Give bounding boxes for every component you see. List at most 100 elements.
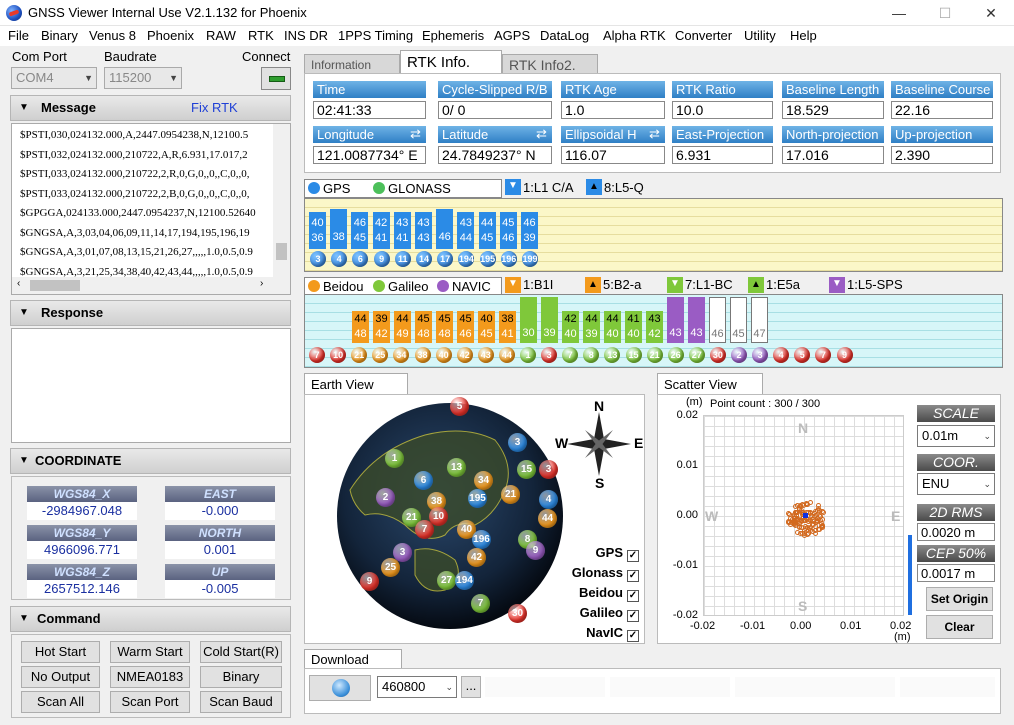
l5q-band-icon[interactable]: ▲ — [586, 179, 602, 195]
scroll-right-icon[interactable]: › — [260, 278, 263, 289]
baudrate-select[interactable]: 115200 ▼ — [104, 67, 182, 89]
vscroll-thumb[interactable] — [276, 243, 287, 260]
connect-button[interactable] — [261, 67, 291, 90]
y-tick-label: 0.02 — [676, 409, 698, 421]
refresh-icon[interactable]: ⇄ — [536, 126, 547, 142]
close-button[interactable]: ✕ — [968, 0, 1014, 26]
collapse-icon: ▼ — [19, 307, 29, 318]
bd-sv-id: 4 — [773, 347, 790, 363]
tab-rtk-info[interactable]: RTK Info. — [400, 50, 502, 74]
response-header[interactable]: ▼ Response — [10, 300, 291, 326]
set-origin-button[interactable]: Set Origin — [926, 587, 993, 611]
x-tick-label: -0.01 — [740, 620, 766, 632]
bd-sv-id: 7 — [562, 347, 579, 363]
coor-select[interactable]: ENU ⌄ — [917, 473, 995, 495]
message-hscroll[interactable]: ‹ › — [12, 277, 290, 294]
cep-value: 0.0017 m — [917, 564, 995, 582]
scan-port-button[interactable]: Scan Port — [110, 691, 190, 713]
nmea0183-button[interactable]: NMEA0183 — [110, 666, 190, 688]
bd-band1-snr: 43 — [669, 327, 682, 339]
no-output-button[interactable]: No Output — [21, 666, 100, 688]
b2a-band-icon[interactable]: ▲ — [585, 277, 601, 293]
bd-band2-bar: 39 — [373, 311, 390, 327]
l5sps-dropdown-icon[interactable]: ▼ — [829, 277, 845, 293]
compass-rose-icon — [567, 412, 631, 476]
bd-band1-bar: 39 — [541, 297, 558, 343]
gps-l5-snr: 44 — [480, 217, 494, 229]
warm-start-button[interactable]: Warm Start — [110, 641, 190, 663]
menu-1pps-timing[interactable]: 1PPS Timing — [338, 28, 413, 43]
status-slot-3 — [735, 677, 895, 697]
message-header[interactable]: ▼ Message Fix RTK — [10, 95, 291, 121]
compass-w-label: W — [555, 435, 569, 451]
hscroll-thumb[interactable] — [30, 280, 80, 291]
message-list[interactable]: $PSTI,030,024132.000,A,2447.0954238,N,12… — [11, 123, 291, 295]
menu-alpha-rtk[interactable]: Alpha RTK — [603, 28, 666, 43]
compass-s-label: S — [595, 475, 605, 491]
coordinate-header[interactable]: ▼ COORDINATE — [10, 448, 291, 474]
download-baud-select[interactable]: 460800 ⌄ — [377, 676, 457, 698]
browse-button[interactable]: ... — [461, 676, 481, 698]
rtk-field-label: North-projection — [782, 126, 884, 143]
hot-start-button[interactable]: Hot Start — [21, 641, 100, 663]
cold-start-button[interactable]: Cold Start(R) — [200, 641, 282, 663]
refresh-icon[interactable]: ⇄ — [410, 126, 421, 142]
l1-ca-dropdown-icon[interactable]: ▼ — [505, 179, 521, 195]
rms-value: 0.0020 m — [917, 523, 995, 541]
gps-l5-snr: 43 — [396, 217, 409, 229]
scale-select[interactable]: 0.01m ⌄ — [917, 425, 995, 447]
gps-sv-id: 6 — [352, 251, 369, 267]
tab-earth-view[interactable]: Earth View — [304, 373, 408, 395]
menu-phoenix[interactable]: Phoenix — [147, 28, 194, 43]
scan-all-button[interactable]: Scan All — [21, 691, 100, 713]
l1bc-dropdown-icon[interactable]: ▼ — [667, 277, 683, 293]
e5a-band-icon[interactable]: ▲ — [748, 277, 764, 293]
gps-legend: GPS GLONASS — [304, 179, 502, 198]
menu-venus8[interactable]: Venus 8 — [89, 28, 136, 43]
bd-band1-snr: 46 — [459, 328, 472, 340]
clear-button[interactable]: Clear — [926, 615, 993, 639]
b1i-dropdown-icon[interactable]: ▼ — [505, 277, 521, 293]
menu-raw[interactable]: RAW — [206, 28, 236, 43]
tab-download[interactable]: Download — [304, 649, 402, 669]
gps-dot-icon — [308, 182, 320, 194]
navic-checkbox[interactable]: NavIC ✓ — [555, 625, 639, 642]
message-vscroll[interactable] — [273, 124, 290, 279]
refresh-icon[interactable]: ⇄ — [649, 126, 660, 142]
tab-rtk-info2[interactable]: RTK Info2. — [502, 54, 598, 74]
com-port-select[interactable]: COM4 ▼ — [11, 67, 97, 89]
bd-band2-bar: 44 — [583, 311, 600, 327]
command-header[interactable]: ▼ Command — [10, 606, 291, 632]
menu-datalog[interactable]: DataLog — [540, 28, 589, 43]
bd-band2-snr: 38 — [501, 313, 514, 325]
scan-baud-button[interactable]: Scan Baud — [200, 691, 282, 713]
menu-file[interactable]: File — [8, 28, 29, 43]
menu-binary[interactable]: Binary — [41, 28, 78, 43]
gps-l1-snr: 46 — [502, 232, 515, 244]
navic-legend-item: NAVIC — [437, 279, 491, 294]
tab-information[interactable]: Information — [304, 54, 400, 74]
scatter-plot — [703, 415, 904, 616]
wgs84-x-value: -2984967.048 — [27, 502, 137, 520]
gps-checkbox[interactable]: GPS ✓ — [555, 545, 639, 562]
maximize-button[interactable]: ☐ — [922, 0, 968, 26]
baudrate-value: 115200 — [109, 70, 152, 85]
menu-converter[interactable]: Converter — [675, 28, 732, 43]
glonass-checkbox[interactable]: Glonass ✓ — [555, 565, 639, 582]
menu-ins-dr[interactable]: INS DR — [284, 28, 328, 43]
menu-ephemeris[interactable]: Ephemeris — [422, 28, 484, 43]
menu-agps[interactable]: AGPS — [494, 28, 530, 43]
galileo-checkbox[interactable]: Galileo ✓ — [555, 605, 639, 622]
y-tick-label: 0.00 — [676, 509, 698, 521]
bd-sv-id: 38 — [414, 347, 431, 363]
scroll-left-icon[interactable]: ‹ — [17, 278, 20, 289]
download-button[interactable] — [309, 675, 371, 701]
tab-scatter-view[interactable]: Scatter View — [657, 373, 763, 395]
response-area[interactable] — [11, 328, 291, 443]
menu-utility[interactable]: Utility — [744, 28, 776, 43]
menu-help[interactable]: Help — [790, 28, 817, 43]
binary-button[interactable]: Binary — [200, 666, 282, 688]
minimize-button[interactable]: — — [876, 0, 922, 26]
beidou-checkbox[interactable]: Beidou ✓ — [555, 585, 639, 602]
menu-rtk[interactable]: RTK — [248, 28, 274, 43]
